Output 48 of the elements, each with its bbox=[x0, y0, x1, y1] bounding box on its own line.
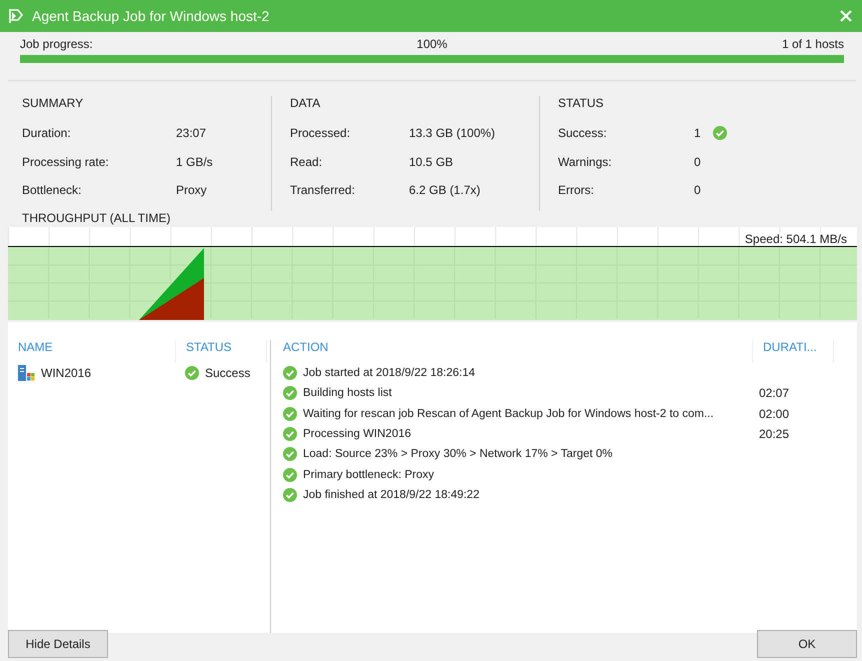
stat-label: Errors: bbox=[558, 182, 595, 197]
section-heading: STATUS bbox=[558, 96, 605, 112]
action-duration: 02:00 bbox=[758, 406, 790, 421]
stat-label: Processing rate: bbox=[22, 154, 110, 169]
window-title: Agent Backup Job for Windows host-2 bbox=[32, 8, 270, 24]
action-duration: 20:25 bbox=[758, 427, 790, 442]
hosts-count: 1 of 1 hosts bbox=[780, 37, 844, 51]
stat-value: 1 bbox=[694, 126, 701, 140]
column-header[interactable]: DURATI... bbox=[753, 340, 834, 363]
stat-label: Read: bbox=[290, 154, 324, 169]
stat-value: 0 bbox=[694, 182, 701, 197]
stat-label: Warnings: bbox=[558, 154, 613, 169]
action-text: Processing WIN2016 bbox=[303, 428, 412, 440]
stat-label: Transferred: bbox=[290, 182, 356, 197]
action-text: Waiting for rescan job Rescan of Agent Backup Job for Windows host-2 to com... bbox=[303, 408, 714, 420]
column-header[interactable]: STATUS bbox=[176, 340, 267, 363]
server-icon bbox=[18, 365, 35, 382]
speed-label: Speed: 504.1 MB/s bbox=[744, 233, 847, 246]
progress-label: Job progress: bbox=[20, 37, 94, 51]
hide-details-button[interactable]: Hide Details bbox=[8, 630, 108, 658]
progress-percent: 100% bbox=[416, 37, 448, 51]
stat-value: 13.3 GB (100%) bbox=[409, 126, 496, 140]
host-status: Success bbox=[205, 366, 250, 380]
action-text: Load: Source 23% > Proxy 30% > Network 17% > Target 0% bbox=[303, 448, 613, 460]
action-duration: 02:07 bbox=[758, 386, 790, 400]
close-icon[interactable] bbox=[840, 10, 852, 22]
stat-label: Processed: bbox=[290, 126, 352, 140]
ok-button[interactable]: OK bbox=[757, 630, 857, 658]
stat-label: Bottleneck: bbox=[22, 182, 82, 197]
action-text: Primary bottleneck: Proxy bbox=[303, 468, 434, 481]
section-heading: SUMMARY bbox=[22, 96, 84, 112]
column-header[interactable]: NAME bbox=[18, 340, 176, 363]
stat-label: Success: bbox=[558, 126, 608, 140]
flag-icon bbox=[8, 8, 24, 24]
section-heading: THROUGHPUT (ALL TIME) bbox=[21, 211, 172, 227]
stat-value: 23:07 bbox=[176, 126, 206, 140]
stat-value: 0 bbox=[694, 154, 701, 169]
stat-value: 1 GB/s bbox=[176, 154, 213, 169]
stat-label: Duration: bbox=[22, 126, 72, 140]
action-text: Building hosts list bbox=[303, 387, 392, 400]
column-header[interactable]: ACTION bbox=[283, 340, 753, 363]
section-heading: DATA bbox=[290, 96, 322, 112]
stat-value: Proxy bbox=[176, 182, 207, 197]
action-text: Job finished at 2018/9/22 18:49:22 bbox=[303, 488, 480, 501]
stat-value: 6.2 GB (1.7x) bbox=[409, 182, 480, 197]
stat-value: 10.5 GB bbox=[409, 154, 454, 169]
host-name: WIN2016 bbox=[41, 366, 92, 380]
action-text: Job started at 2018/9/22 18:26:14 bbox=[303, 367, 475, 380]
